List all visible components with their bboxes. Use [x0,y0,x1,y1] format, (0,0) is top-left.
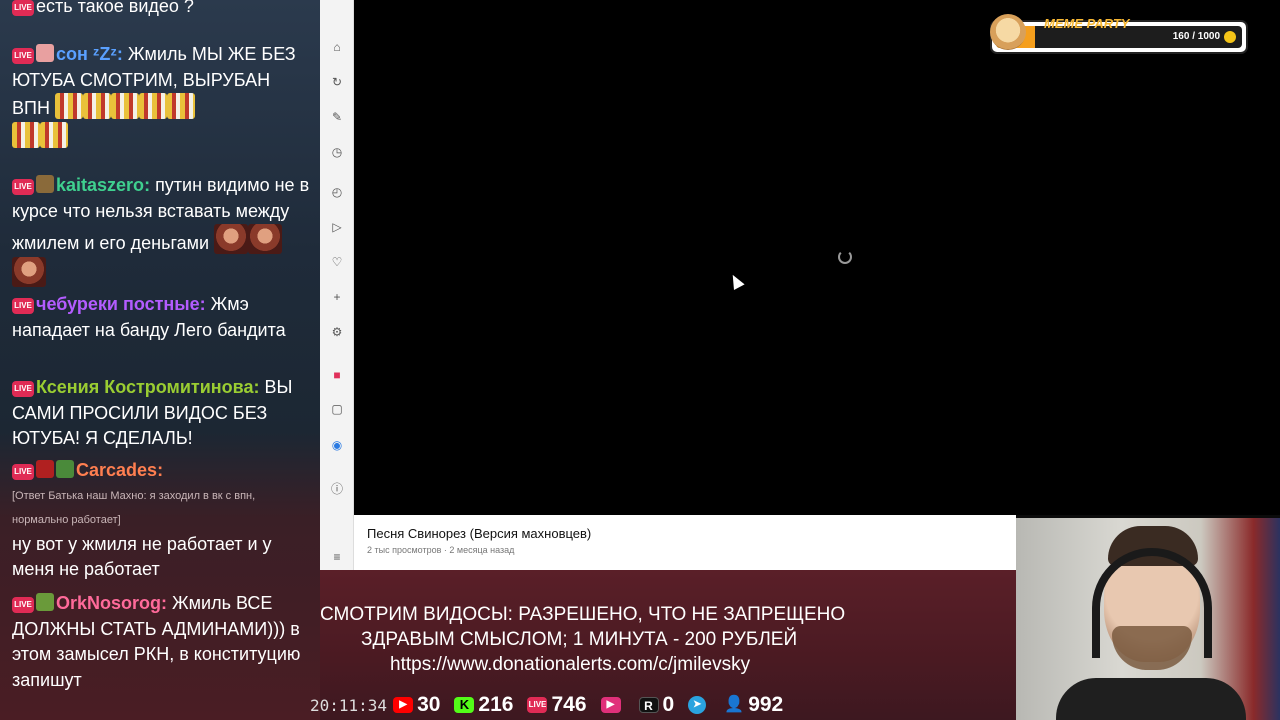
live-badge-icon: LIVE [12,0,34,16]
stats-bar: 20:11:34 ▶ 30 K 216 LIVE 746 ▶ R 0 ➤ 👤 9… [310,690,797,720]
emote-icon [54,93,83,119]
emote-icon [166,93,195,119]
shorts-icon[interactable]: ↻ [320,75,354,89]
r-viewers: R 0 [638,693,674,717]
avatar [36,175,54,193]
heart-icon[interactable]: ♡ [320,255,354,269]
reply-quote: [Ответ Батька наш Махно: я заходил в вк … [12,489,256,526]
meme-party-widget: 160 / 1000 MEME PARTY [990,14,1248,54]
avatar [36,44,54,62]
chat-username[interactable]: чебуреки постные [36,294,200,314]
emote-icon [138,93,167,119]
chat-message: LIVE чебуреки постные: Жмэ нападает на ба… [12,294,286,340]
settings-icon[interactable]: ⚙ [320,325,354,339]
live-badge-icon: LIVE [12,179,34,195]
chat-message: LIVE OrkNosorog: Жмиль ВСЕ ДОЛЖНЫ СТАТЬ А… [12,593,301,690]
chat-message: LIVE есть такое видео ? [12,0,312,20]
kick-icon: K [454,697,475,713]
live-badge-icon: LIVE [12,48,34,64]
coin-icon [1224,31,1236,43]
meme-party-title: MEME PARTY [1044,16,1130,31]
live-badge-icon: LIVE [12,464,34,480]
rutube-viewers: ▶ [600,697,625,713]
chat-message: LIVE kaitaszero: путин видимо не в курсе … [12,173,312,289]
meme-progress-count: 160 / 1000 [1172,31,1220,42]
r-icon: R [638,697,659,713]
chat-message: LIVE Carcades: [Ответ Батька наш Махно: я… [12,458,312,583]
banner-link[interactable]: https://www.donationalerts.com/c/jmilevs… [390,654,750,676]
streamer-shirt [1056,678,1246,720]
youtube-icon: ▶ [393,697,414,713]
emote-icon [12,121,40,148]
doge-icon [990,14,1026,50]
home-icon[interactable]: ⌂ [320,40,354,54]
stream-clock: 20:11:34 [310,695,388,715]
webcam-feed [1016,518,1280,720]
rutube-play-icon: ▶ [600,697,621,713]
window-icon[interactable]: ▢ [320,402,354,416]
chat-message: LIVE Ксения Костромитинова: ВЫ САМИ ПРОСИ… [12,377,293,448]
emote-icon [82,93,111,119]
pin-icon[interactable]: ✎ [320,110,354,124]
play-icon[interactable]: ▷ [320,220,354,234]
mouse-cursor-icon [727,272,745,290]
plus-icon[interactable]: + [320,290,354,304]
video-meta: 2 тыс просмотров · 2 месяца назад [367,545,515,555]
view-count: 2 тыс просмотров [367,545,442,555]
banner-line-1: СМОТРИМ ВИДОСЫ: РАЗРЕШЕНО, ЧТО НЕ ЗАПРЕЩ… [320,604,846,625]
user-icon: 👤 [724,696,745,713]
video-info: Песня Свинорез (Версия махновцев) 2 тыс … [354,515,1016,570]
emote-icon [248,224,283,254]
youtube-viewers: ▶ 30 [393,693,440,717]
vk-live-viewers: LIVE 746 [527,693,587,716]
kick-viewers: K 216 [454,693,513,717]
live-badge-icon: LIVE [12,597,34,613]
avatar [36,460,54,478]
emote-icon [40,121,68,148]
avatar [56,460,74,478]
chat-username[interactable]: Ксения Костромитинова [36,377,254,397]
live-badge-icon: LIVE [12,381,34,397]
app-icon[interactable]: ■ [320,368,354,382]
chat-username[interactable]: Carcades [76,460,157,480]
chat-message-text: есть такое видео ? [36,0,194,16]
live-badge-icon: LIVE [12,298,34,314]
video-title[interactable]: Песня Свинорез (Версия махновцев) [367,526,591,541]
info-icon[interactable]: ⓘ [320,480,354,497]
avatar [36,593,54,611]
followers: 👤 992 [724,693,784,716]
chat-username[interactable]: сон ᶻZᶻ [56,44,117,64]
history-icon[interactable]: ◴ [320,185,354,199]
vk-live-icon: LIVE [527,697,548,713]
emote-icon [214,224,249,254]
banner-line-2: ЗДРАВЫМ СМЫСЛОМ; 1 МИНУТА - 200 РУБЛЕЙ [361,629,798,650]
chat-panel: LIVE есть такое видео ? LIVE сон ᶻZᶻ: Жмил… [0,0,320,720]
telegram-icon: ➤ [688,696,707,714]
menu-icon[interactable]: ≡ [320,550,354,564]
upload-age: 2 месяца назад [449,545,515,555]
clock-icon[interactable]: ◷ [320,145,354,159]
video-player[interactable] [354,0,1280,515]
chat-message: LIVE сон ᶻZᶻ: Жмиль МЫ ЖЕ БЕЗ ЮТУБА СМОТР… [12,42,312,150]
headphones-icon [1092,548,1212,658]
chat-message-text: ну вот у жмиля не работает и у меня не р… [12,533,272,580]
stream-overlay: LIVE есть такое видео ? LIVE сон ᶻZᶻ: Жмил… [0,0,1280,720]
loading-spinner-icon [838,250,852,264]
emote-icon [12,256,46,287]
emote-icon [110,93,139,119]
browser-sidebar: ⌂ ↻ ✎ ◷ ◴ ▷ ♡ + ⚙ ■ ▢ ◉ ⓘ ≡ [320,0,354,570]
active-circle-icon[interactable]: ◉ [320,438,354,452]
chat-username[interactable]: kaitaszero [56,175,144,195]
telegram: ➤ [688,696,710,714]
chat-username[interactable]: OrkNosorog [56,593,161,613]
